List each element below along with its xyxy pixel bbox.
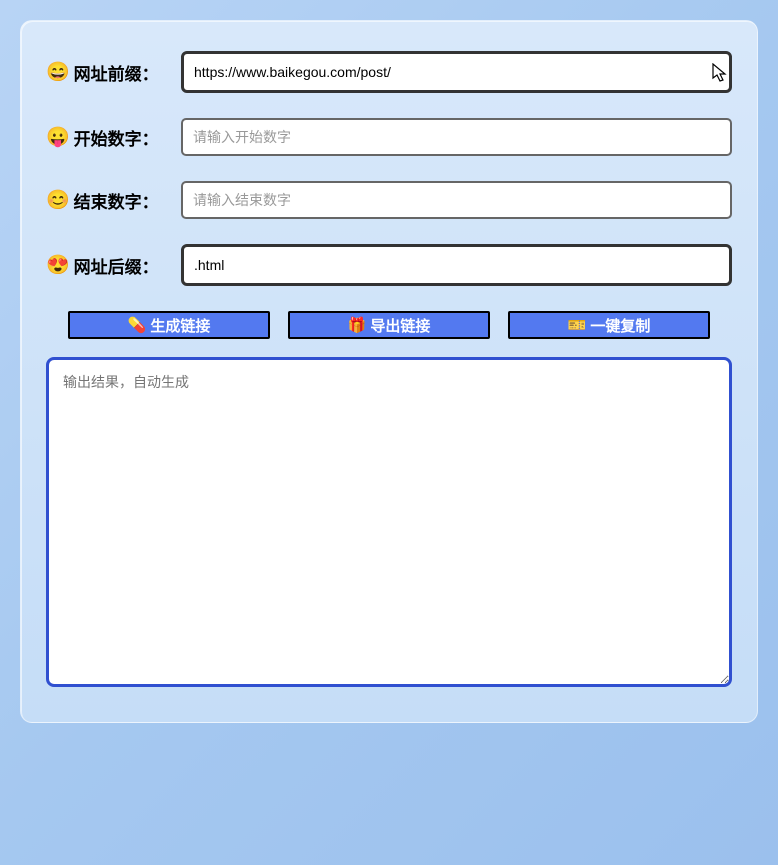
url-suffix-label: 😍 网址后缀： [46, 253, 181, 278]
output-textarea[interactable] [46, 357, 732, 687]
export-button[interactable]: 🎁 导出链接 [288, 311, 490, 339]
action-button-row: 💊 生成链接 🎁 导出链接 🎫 一键复制 [46, 311, 732, 339]
tongue-emoji-icon: 😛 [46, 125, 70, 149]
url-prefix-label: 😄 网址前缀： [46, 60, 181, 85]
url-suffix-label-text: 网址后缀： [74, 253, 159, 278]
url-prefix-label-text: 网址前缀： [74, 60, 159, 85]
grin-emoji-icon: 😄 [46, 60, 70, 84]
main-panel: 😄 网址前缀： 😛 开始数字： 😊 结束数字： 😍 网址后缀： 💊 生成链接 [20, 20, 758, 723]
export-button-label: 导出链接 [370, 315, 430, 336]
end-number-label: 😊 结束数字： [46, 188, 181, 213]
ticket-icon: 🎫 [568, 316, 587, 334]
generate-button-label: 生成链接 [150, 315, 210, 336]
url-prefix-row: 😄 网址前缀： [46, 51, 732, 93]
url-suffix-row: 😍 网址后缀： [46, 244, 732, 286]
heart-eyes-emoji-icon: 😍 [46, 253, 70, 277]
start-number-label: 😛 开始数字： [46, 125, 181, 150]
end-number-label-text: 结束数字： [74, 188, 159, 213]
start-number-label-text: 开始数字： [74, 125, 159, 150]
start-number-input[interactable] [181, 118, 732, 156]
gift-icon: 🎁 [348, 316, 367, 334]
url-prefix-input[interactable] [181, 51, 732, 93]
end-number-row: 😊 结束数字： [46, 181, 732, 219]
pill-icon: 💊 [128, 316, 147, 334]
copy-button-label: 一键复制 [590, 315, 650, 336]
url-suffix-input[interactable] [181, 244, 732, 286]
copy-button[interactable]: 🎫 一键复制 [508, 311, 710, 339]
end-number-input[interactable] [181, 181, 732, 219]
start-number-row: 😛 开始数字： [46, 118, 732, 156]
smile-emoji-icon: 😊 [46, 188, 70, 212]
generate-button[interactable]: 💊 生成链接 [68, 311, 270, 339]
